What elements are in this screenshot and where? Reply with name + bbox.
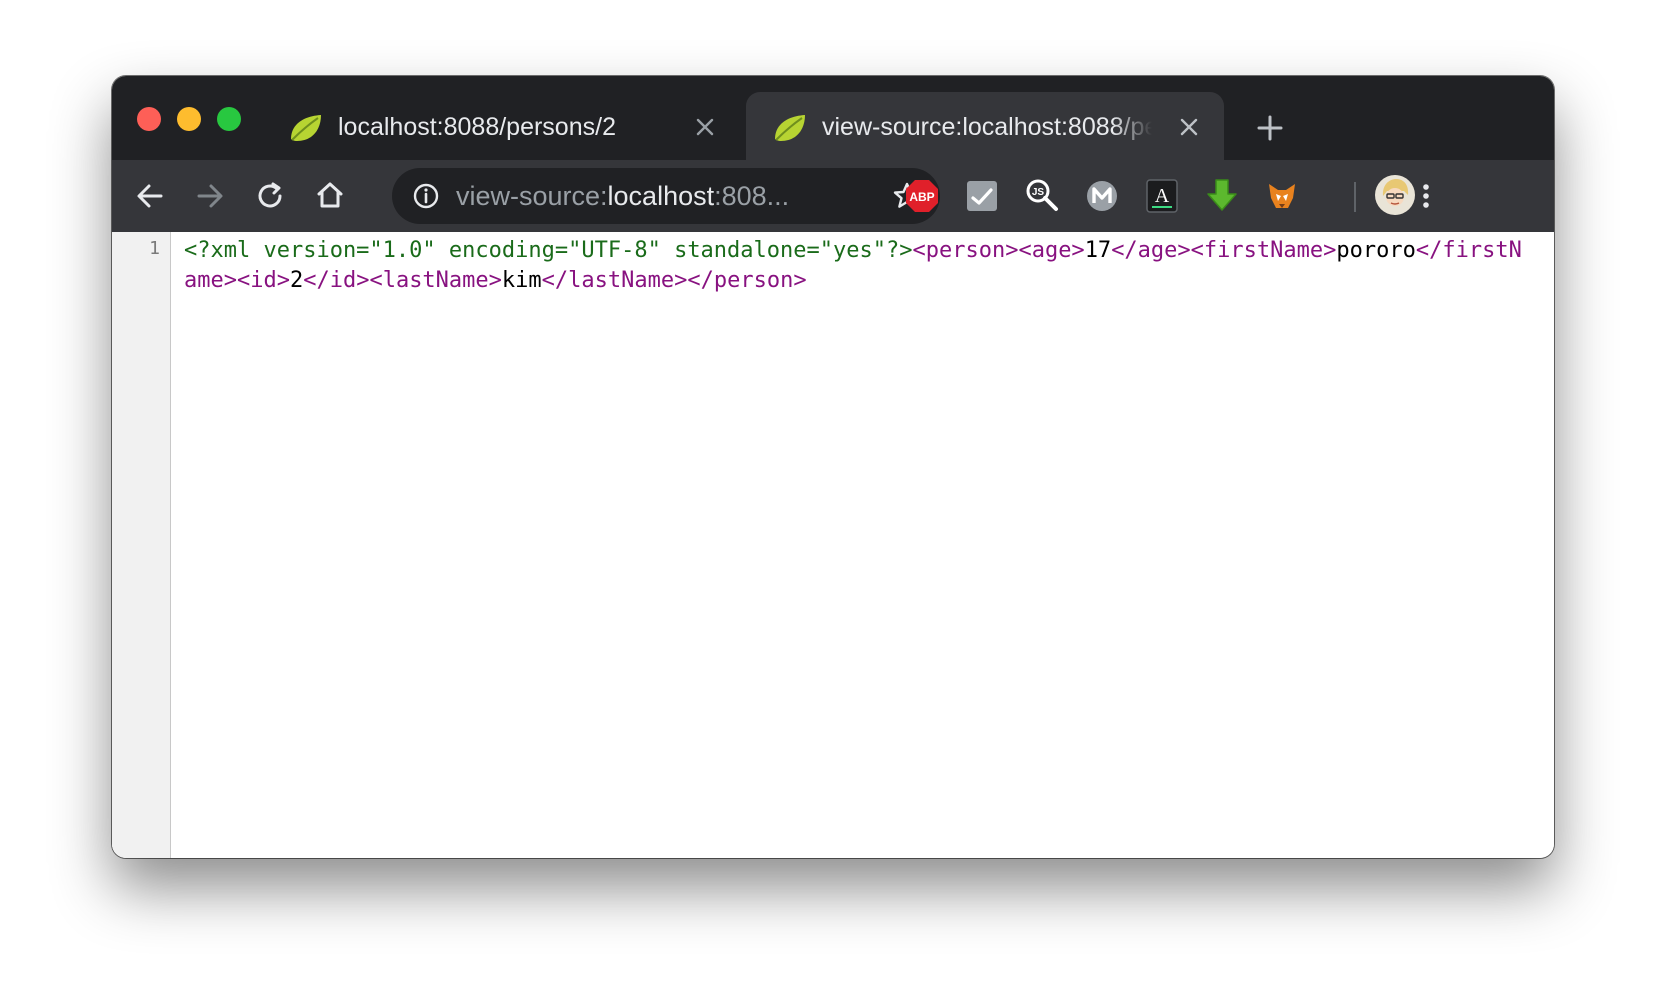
xml-tag: </id> [303,268,370,293]
title-bar: localhost:8088/persons/2 view-source:loc… [112,76,1554,160]
xml-tag: </age> [1111,238,1191,263]
info-icon[interactable] [412,182,440,210]
line-number: 1 [149,238,160,259]
new-tab-button[interactable] [1256,114,1284,142]
spring-leaf-icon [291,115,321,141]
menu-kebab-icon[interactable] [1410,180,1442,212]
url-host: localhost [607,181,715,211]
source-code-line: <?xml version="1.0" encoding="UTF-8" sta… [184,236,1524,296]
xml-declaration: <?xml version="1.0" encoding="UTF-8" sta… [184,238,913,263]
address-bar[interactable]: view-source:localhost:808... [392,168,940,224]
url-text: view-source:localhost:808... [456,181,789,212]
toolbar-separator [1354,182,1356,212]
close-icon[interactable] [694,116,716,138]
xml-tag: <firstName> [1190,238,1337,263]
browser-window: localhost:8088/persons/2 view-source:loc… [112,76,1554,858]
xml-text: 17 [1084,238,1112,263]
close-icon[interactable] [1178,116,1200,138]
home-icon[interactable] [314,179,346,211]
url-rest: :808... [714,181,790,211]
tab-title: localhost:8088/persons/2 [338,113,616,141]
fox-extension-icon[interactable] [1264,178,1300,214]
back-arrow-icon[interactable] [134,180,166,212]
m-extension-icon[interactable] [1084,178,1120,214]
window-close-button[interactable] [137,107,161,131]
download-arrow-icon[interactable] [1204,178,1240,214]
tab-persons[interactable]: localhost:8088/persons/2 [262,92,740,160]
svg-text:A: A [1155,185,1170,207]
xml-text: pororo [1336,238,1416,263]
url-scheme: view-source: [456,181,608,211]
xml-tag: </lastName> [541,268,688,293]
js-search-icon[interactable]: JS [1024,178,1060,214]
svg-text:JS: JS [1032,187,1045,198]
xml-tag: <age> [1018,238,1085,263]
page-content: 1 <?xml version="1.0" encoding="UTF-8" s… [112,232,1554,858]
xml-text: 2 [289,268,304,293]
tab-title: view-source:localhost:8088/persons/2 [822,113,1152,141]
svg-text:ABP: ABP [909,190,934,204]
forward-arrow-icon[interactable] [194,180,226,212]
adblock-plus-icon[interactable]: ABP [904,178,940,214]
spring-leaf-icon [775,115,805,141]
xml-tag: <id> [236,268,290,293]
line-number-gutter: 1 [112,232,171,858]
xml-tag: </person> [687,268,807,293]
window-maximize-button[interactable] [217,107,241,131]
xml-tag: <person> [912,238,1019,263]
toolbar: view-source:localhost:808... ABP JS A [112,160,1554,232]
window-minimize-button[interactable] [177,107,201,131]
tab-view-source[interactable]: view-source:localhost:8088/persons/2 [746,92,1224,160]
reload-icon[interactable] [254,180,286,212]
xml-text: kim [501,268,542,293]
analytics-extension-icon[interactable] [964,178,1000,214]
xml-tag: <lastName> [369,268,502,293]
font-extension-icon[interactable]: A [1144,178,1180,214]
